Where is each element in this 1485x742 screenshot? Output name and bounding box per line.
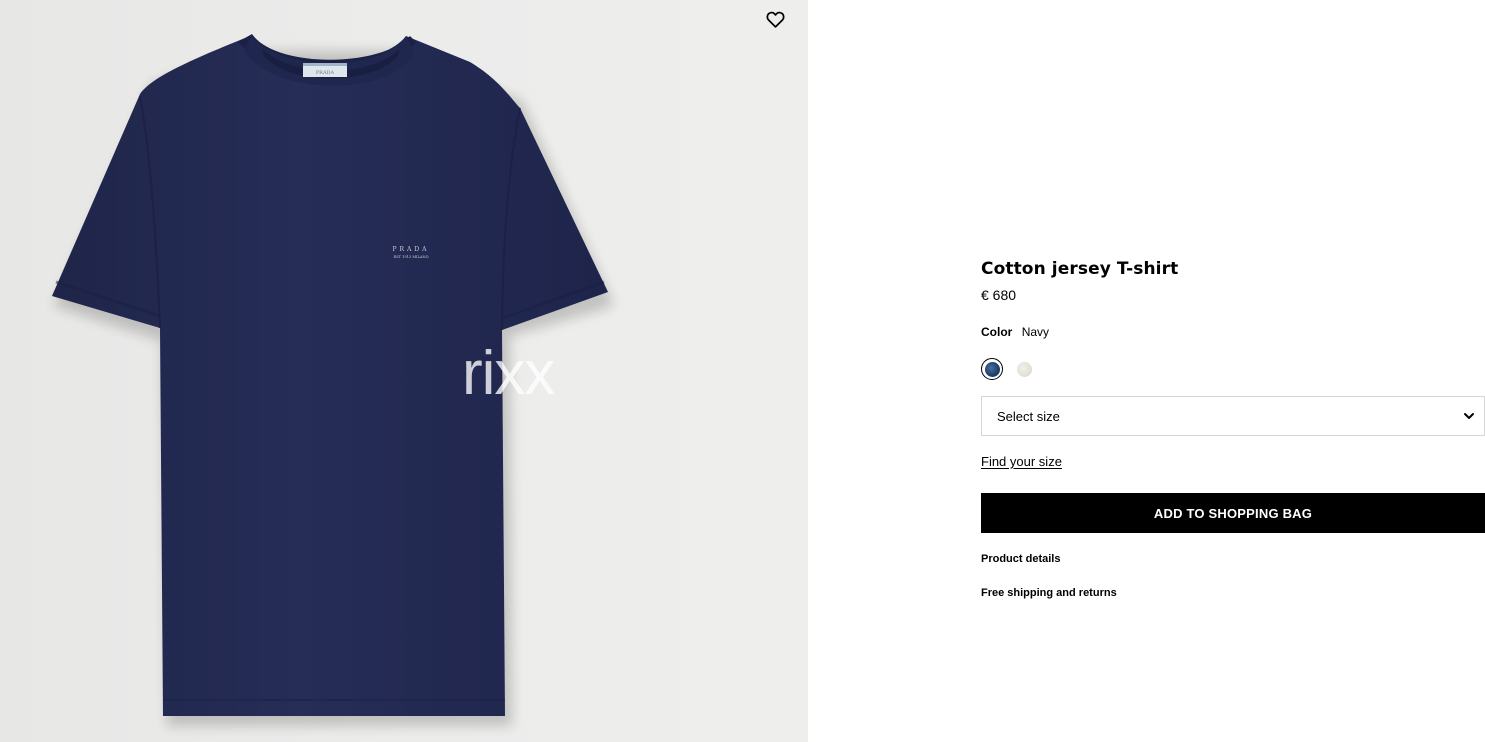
heart-icon	[766, 11, 784, 28]
chest-print-subline: EST 1913 MILANO	[393, 255, 428, 259]
product-page: PRADA PRADA EST 1913 MILANO rixx Cotton …	[0, 0, 1485, 742]
color-swatches	[981, 357, 1485, 381]
neck-label-text: PRADA	[316, 70, 335, 76]
size-select[interactable]: Select size	[981, 396, 1485, 436]
watermark-text: rixx	[462, 339, 555, 408]
product-details-link[interactable]: Product details	[981, 552, 1485, 566]
product-info-panel: Cotton jersey T-shirt € 680 Color Navy S…	[808, 0, 1485, 742]
chest-print-logo: PRADA	[392, 246, 429, 253]
color-row: Color Navy	[981, 324, 1485, 340]
color-label: Color	[981, 325, 1013, 339]
add-to-bag-button[interactable]: ADD TO SHOPPING BAG	[981, 493, 1485, 533]
chevron-down-icon	[1464, 413, 1474, 419]
swatch-navy[interactable]	[981, 358, 1003, 380]
color-value: Navy	[1021, 325, 1050, 339]
swatch-navy-dot	[984, 361, 1000, 377]
swatch-ecru[interactable]	[1013, 358, 1035, 380]
size-select-label: Select size	[997, 408, 1060, 424]
swatch-ecru-dot	[1016, 361, 1032, 377]
find-your-size-link[interactable]: Find your size	[981, 454, 1062, 469]
product-title: Cotton jersey T-shirt	[981, 259, 1179, 279]
wishlist-button[interactable]	[762, 7, 788, 31]
product-price: € 680	[981, 287, 1017, 303]
product-image: PRADA PRADA EST 1913 MILANO	[52, 34, 614, 726]
shipping-returns-link[interactable]: Free shipping and returns	[981, 586, 1485, 600]
product-info: Cotton jersey T-shirt € 680 Color Navy S…	[981, 258, 1485, 600]
product-image-panel: PRADA PRADA EST 1913 MILANO rixx	[0, 0, 808, 742]
